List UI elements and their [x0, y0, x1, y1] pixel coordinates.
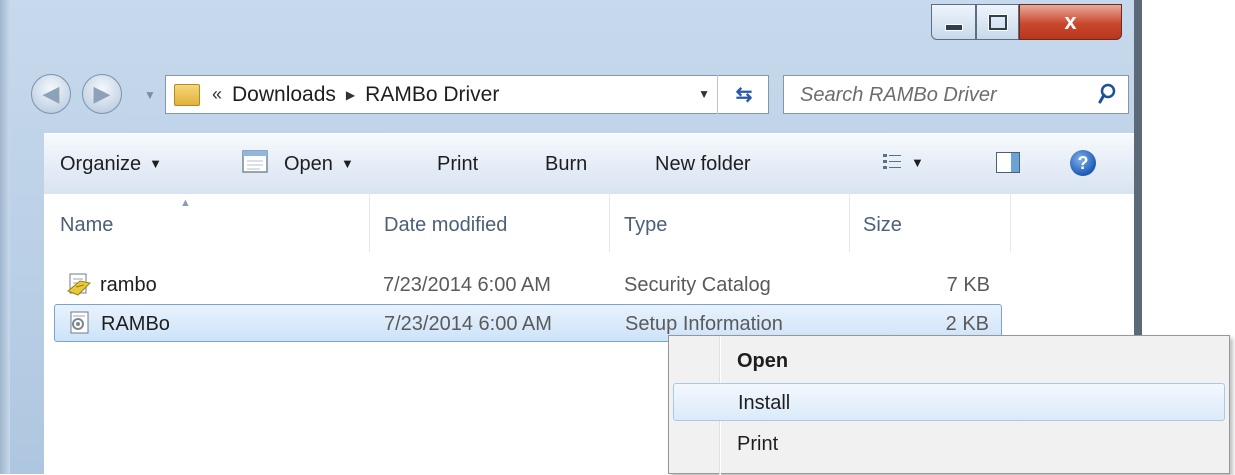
context-menu: Open Install Print: [668, 335, 1230, 475]
minimize-icon: [944, 23, 963, 31]
folder-icon: [174, 83, 200, 106]
breadcrumb-rambo-driver[interactable]: RAMBo Driver: [365, 83, 499, 107]
window-left-edge: [0, 0, 10, 474]
file-date: 7/23/2014 6:00 AM: [383, 274, 551, 296]
command-bar: Organize ▼ Open ▼ Print Burn New folder ▼ …: [44, 133, 1134, 195]
chevron-down-icon: ▼: [340, 156, 354, 171]
preview-pane-icon[interactable]: [996, 152, 1020, 173]
file-name: RAMBo: [101, 313, 170, 335]
notepad-icon[interactable]: [240, 148, 270, 174]
views-dropdown-icon[interactable]: ▼: [911, 155, 924, 170]
minimize-button[interactable]: [931, 4, 976, 40]
forward-arrow-icon: ▶: [93, 81, 111, 106]
maximize-button[interactable]: [976, 4, 1019, 40]
menu-item-label: Install: [738, 392, 791, 414]
file-row[interactable]: rambo 7/23/2014 6:00 AM Security Catalog…: [54, 266, 1002, 304]
column-divider[interactable]: [849, 194, 850, 252]
new-folder-button[interactable]: New folder: [655, 153, 751, 176]
menu-item-label: Open: [737, 350, 789, 372]
column-header-type[interactable]: Type: [624, 214, 667, 237]
organize-button[interactable]: Organize ▼: [60, 153, 162, 176]
help-icon[interactable]: ?: [1070, 150, 1096, 176]
breadcrumb-overflow[interactable]: «: [212, 84, 222, 105]
column-header-date[interactable]: Date modified: [384, 214, 507, 237]
menu-item-open[interactable]: Open: [673, 342, 1225, 380]
file-date: 7/23/2014 6:00 AM: [384, 313, 552, 335]
chevron-down-icon: ▼: [149, 156, 163, 171]
column-divider[interactable]: [369, 194, 370, 252]
column-header-size[interactable]: Size: [863, 214, 902, 237]
breadcrumb-chevron-icon[interactable]: ▶: [346, 88, 355, 102]
print-button[interactable]: Print: [437, 153, 478, 176]
setup-information-icon: [70, 311, 89, 334]
recent-pages-dropdown[interactable]: ▼: [144, 88, 156, 102]
views-icon[interactable]: [882, 152, 902, 172]
search-icon[interactable]: [1098, 82, 1116, 108]
refresh-button[interactable]: ⇆: [717, 75, 770, 114]
sort-ascending-icon: ▲: [180, 197, 191, 209]
close-button[interactable]: x: [1019, 4, 1122, 40]
file-name: rambo: [100, 274, 157, 296]
column-header-name[interactable]: Name: [60, 214, 113, 237]
file-type: Security Catalog: [624, 274, 771, 296]
burn-button[interactable]: Burn: [545, 153, 587, 176]
file-size: 2 KB: [945, 313, 989, 335]
back-button[interactable]: ◀: [31, 74, 71, 114]
menu-item-install[interactable]: Install: [673, 383, 1225, 421]
open-label: Open: [284, 153, 333, 175]
address-bar[interactable]: « Downloads ▶ RAMBo Driver ▼: [165, 75, 769, 114]
menu-item-label: Print: [737, 433, 779, 455]
column-divider[interactable]: [1010, 194, 1011, 252]
breadcrumb-downloads[interactable]: Downloads: [232, 83, 336, 107]
close-icon: x: [1064, 9, 1077, 34]
menu-item-print[interactable]: Print: [673, 425, 1225, 463]
column-divider[interactable]: [609, 194, 610, 252]
file-type: Setup Information: [625, 313, 783, 335]
forward-button[interactable]: ▶: [82, 74, 122, 114]
column-header-row: ▲ Name Date modified Type Size: [44, 194, 1134, 252]
refresh-icon: ⇆: [735, 84, 753, 106]
address-dropdown-icon[interactable]: ▼: [698, 87, 710, 101]
maximize-icon: [988, 14, 1007, 30]
file-size: 7 KB: [946, 274, 990, 296]
security-catalog-icon: [67, 273, 92, 296]
organize-label: Organize: [60, 153, 142, 175]
search-box[interactable]: [783, 75, 1129, 114]
open-button[interactable]: Open ▼: [284, 153, 354, 176]
back-arrow-icon: ◀: [42, 81, 60, 106]
search-input[interactable]: [798, 83, 1072, 108]
